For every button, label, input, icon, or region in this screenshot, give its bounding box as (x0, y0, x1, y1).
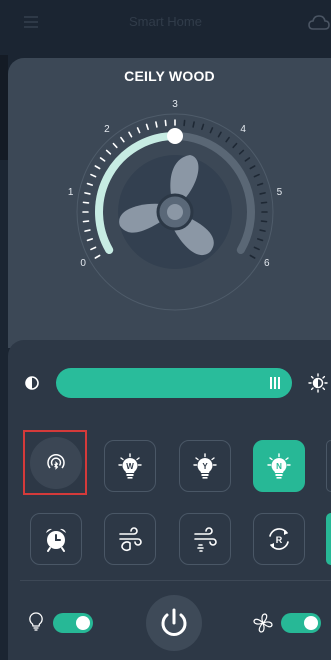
speed-tick (84, 229, 91, 232)
alarm-clock-icon (46, 528, 66, 552)
speed-tick (105, 149, 112, 155)
speed-tick (209, 127, 214, 134)
speed-tick (99, 157, 106, 162)
svg-text:Y: Y (202, 462, 208, 471)
speed-tick (164, 119, 167, 127)
speed-tick (201, 123, 205, 131)
breeze-mode-button[interactable] (104, 513, 156, 565)
light-toggle[interactable] (53, 613, 93, 633)
speed-tick (145, 123, 149, 131)
speed-tick (82, 220, 90, 223)
speed-tick (260, 201, 268, 204)
speed-label: 6 (264, 258, 270, 269)
speed-tick (249, 254, 256, 259)
power-button[interactable] (146, 595, 202, 651)
speed-tick (253, 246, 260, 251)
speed-dial[interactable] (0, 0, 331, 348)
natural-light-button[interactable]: N (253, 440, 305, 492)
speed-tick (249, 165, 256, 170)
breeze-wind-icon (119, 527, 142, 552)
reverse-button[interactable]: R (253, 513, 305, 565)
speed-tick (136, 127, 141, 134)
speed-tick (244, 157, 251, 162)
speed-tick (128, 131, 133, 138)
speed-tick (86, 238, 94, 242)
speed-tick (112, 142, 118, 149)
speed-tick (90, 173, 97, 178)
svg-text:N: N (276, 462, 282, 471)
speed-tick (192, 121, 195, 128)
wind-icon (194, 527, 217, 552)
fan-hub-center (167, 204, 183, 220)
speed-tick (238, 149, 245, 155)
svg-text:R: R (276, 535, 283, 545)
speed-tick (82, 201, 90, 204)
bulb-w-icon: W (118, 453, 142, 479)
speed-label: 5 (276, 186, 283, 198)
fan-toggle[interactable] (281, 613, 321, 633)
speed-tick (260, 220, 268, 223)
speed-knob[interactable] (167, 128, 183, 144)
speed-tick (256, 238, 264, 242)
speed-tick (90, 246, 97, 251)
speed-tick (94, 165, 101, 170)
speed-tick (259, 192, 266, 195)
brightness-slider[interactable] (56, 368, 292, 398)
wind-mode-button[interactable] (179, 513, 231, 565)
divider (20, 580, 331, 581)
speed-tick (225, 136, 230, 143)
speed-tick (155, 121, 158, 128)
slider-grip-icon[interactable] (270, 377, 282, 389)
speed-tick (86, 182, 94, 186)
power-icon (161, 608, 187, 636)
selection-highlight (23, 430, 87, 495)
toggle-knob (76, 616, 90, 630)
more-light-modes-edge[interactable] (326, 440, 331, 492)
speed-tick (232, 142, 238, 149)
speed-label: 3 (172, 99, 178, 110)
speed-tick (253, 173, 260, 178)
reverse-rotation-icon: R (269, 528, 289, 550)
bulb-icon (28, 612, 44, 632)
yellow-light-button[interactable]: Y (179, 440, 231, 492)
speed-label: 1 (67, 186, 74, 198)
toggle-knob (304, 616, 318, 630)
speed-tick (259, 229, 266, 232)
brightness-low-icon (24, 375, 40, 391)
warm-light-button[interactable]: W (104, 440, 156, 492)
timer-button[interactable] (30, 513, 82, 565)
speed-tick (183, 119, 186, 127)
speed-tick (120, 136, 125, 143)
speed-label: 0 (80, 258, 86, 269)
speed-tick (84, 192, 91, 195)
speed-tick (94, 254, 101, 259)
bulb-n-icon: N (267, 453, 291, 479)
speed-label: 2 (104, 123, 110, 135)
brightness-high-icon (308, 373, 328, 393)
more-fan-modes-edge[interactable] (326, 513, 331, 565)
speed-tick (217, 131, 222, 138)
speed-label: 4 (240, 123, 246, 135)
bulb-y-icon: Y (193, 453, 217, 479)
speed-tick (256, 182, 264, 186)
fan-icon (253, 613, 273, 633)
svg-text:W: W (126, 462, 134, 471)
